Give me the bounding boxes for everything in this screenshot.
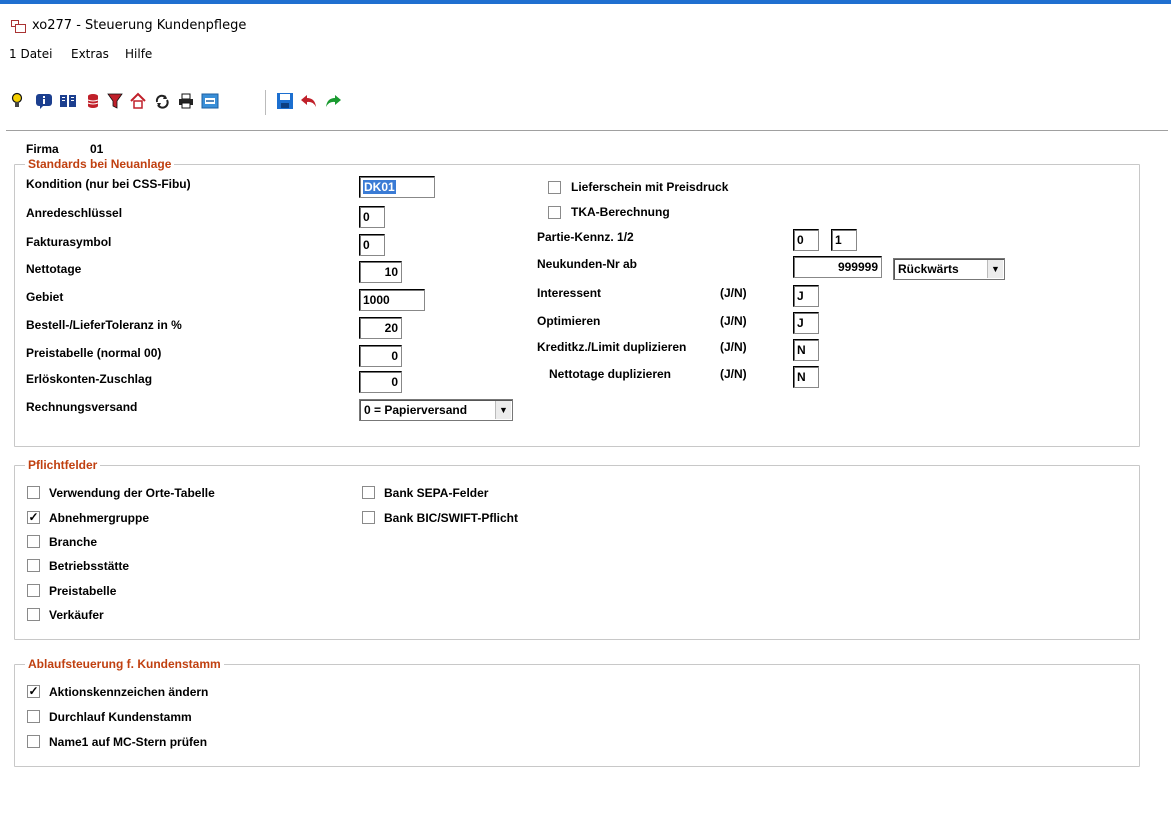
print-icon[interactable] [176,90,196,112]
partie-input-1[interactable]: 0 [793,229,819,251]
interessent-label: Interessent [537,286,602,300]
title-bar: xo277 - Steuerung Kundenpflege [0,4,1171,40]
refresh-icon[interactable] [152,90,172,112]
info-icon[interactable] [34,90,54,112]
verkaeufer-checkbox[interactable] [27,608,40,621]
nettodup-input[interactable]: N [793,366,819,388]
save-icon[interactable] [275,90,295,112]
betriebsstaette-checkbox[interactable] [27,559,40,572]
menu-extras[interactable]: Extras [71,47,109,61]
nettotage-label: Nettotage [26,262,82,276]
menu-hilfe[interactable]: Hilfe [125,47,152,61]
nettotage-input[interactable]: 10 [359,261,402,283]
home-icon[interactable] [128,90,148,112]
header-divider [6,130,1168,131]
gebiet-input[interactable]: 1000 [359,289,425,311]
toolbar-separator [265,90,266,115]
tka-label: TKA-Berechnung [571,205,670,219]
interessent-input[interactable]: J [793,285,819,307]
lieferschein-checkbox[interactable] [548,181,561,194]
interessent-hint: (J/N) [720,286,747,300]
optimieren-hint: (J/N) [720,314,747,328]
kredit-input[interactable]: N [793,339,819,361]
orte-tabelle-checkbox[interactable] [27,486,40,499]
branche-checkbox[interactable] [27,535,40,548]
bank-sepa-checkbox[interactable] [362,486,375,499]
optimieren-input[interactable]: J [793,312,819,334]
undo-icon[interactable] [299,90,319,112]
orte-tabelle-label: Verwendung der Orte-Tabelle [49,486,215,500]
kredit-label: Kreditkz./Limit duplizieren [537,340,687,354]
partie-label: Partie-Kennz. 1/2 [537,230,634,244]
database-icon[interactable] [83,90,103,112]
faktura-input[interactable]: 0 [359,234,385,256]
firma-label: Firma [26,142,59,156]
firma-value: 01 [90,142,104,156]
pflicht-legend: Pflichtfelder [25,458,101,472]
preistabelle-checkbox[interactable] [27,584,40,597]
lieferschein-label: Lieferschein mit Preisdruck [571,180,729,194]
redo-icon[interactable] [323,90,343,112]
branche-label: Branche [49,535,98,549]
bank-bic-checkbox[interactable] [362,511,375,524]
neukunden-input[interactable]: 999999 [793,256,882,278]
ablauf-legend: Ablaufsteuerung f. Kundenstamm [25,657,224,671]
preistabelle-input[interactable]: 0 [359,345,402,367]
name1-label: Name1 auf MC-Stern prüfen [49,735,208,749]
erloes-label: Erlöskonten-Zuschlag [26,372,153,386]
menu-datei[interactable]: 1 Datei [9,47,52,61]
app-icon [11,20,27,34]
abnehmergruppe-checkbox[interactable]: ✓ [27,511,40,524]
book-icon[interactable] [58,90,78,112]
chevron-down-icon[interactable]: ▼ [987,260,1003,278]
faktura-label: Fakturasymbol [26,235,112,249]
anrede-label: Anredeschlüssel [26,206,123,220]
durchlauf-checkbox[interactable] [27,710,40,723]
name1-checkbox[interactable] [27,735,40,748]
chevron-down-icon[interactable]: ▼ [495,401,511,419]
nettodup-hint: (J/N) [720,367,747,381]
filter-icon[interactable] [105,90,125,112]
resize-icon[interactable] [200,90,220,112]
abnehmergruppe-label: Abnehmergruppe [49,511,150,525]
tka-checkbox[interactable] [548,206,561,219]
neukunden-label: Neukunden-Nr ab [537,257,638,271]
betriebsstaette-label: Betriebsstätte [49,559,130,573]
standards-legend: Standards bei Neuanlage [25,157,175,171]
aktionskennzeichen-checkbox[interactable]: ✓ [27,685,40,698]
rechnungsversand-label: Rechnungsversand [26,400,138,414]
aktionskennzeichen-label: Aktionskennzeichen ändern [49,685,209,699]
optimieren-label: Optimieren [537,314,601,328]
bank-bic-label: Bank BIC/SWIFT-Pflicht [384,511,519,525]
verkaeufer-label: Verkäufer [49,608,104,622]
preistabelle-pflicht-label: Preistabelle [49,584,117,598]
preistabelle-label: Preistabelle (normal 00) [26,346,162,360]
toleranz-input[interactable]: 20 [359,317,402,339]
rechnungsversand-value: 0 = Papierversand [364,403,468,417]
lightbulb-icon[interactable] [7,90,27,112]
bank-sepa-label: Bank SEPA-Felder [384,486,489,500]
window-title: xo277 - Steuerung Kundenpflege [32,18,247,33]
rechnungsversand-select[interactable]: 0 = Papierversand ▼ [359,399,513,421]
anrede-input[interactable]: 0 [359,206,385,228]
kredit-hint: (J/N) [720,340,747,354]
toleranz-label: Bestell-/LieferToleranz in % [26,318,182,332]
neukunden-direction-value: Rückwärts [898,262,959,276]
erloes-input[interactable]: 0 [359,371,402,393]
partie-input-2[interactable]: 1 [831,229,857,251]
nettodup-label: Nettotage duplizieren [549,367,672,381]
gebiet-label: Gebiet [26,290,64,304]
durchlauf-label: Durchlauf Kundenstamm [49,710,192,724]
kondition-input[interactable]: DK01 [359,176,435,198]
neukunden-direction-select[interactable]: Rückwärts ▼ [893,258,1005,280]
kondition-label: Kondition (nur bei CSS-Fibu) [26,177,191,191]
toolbar [0,90,420,116]
